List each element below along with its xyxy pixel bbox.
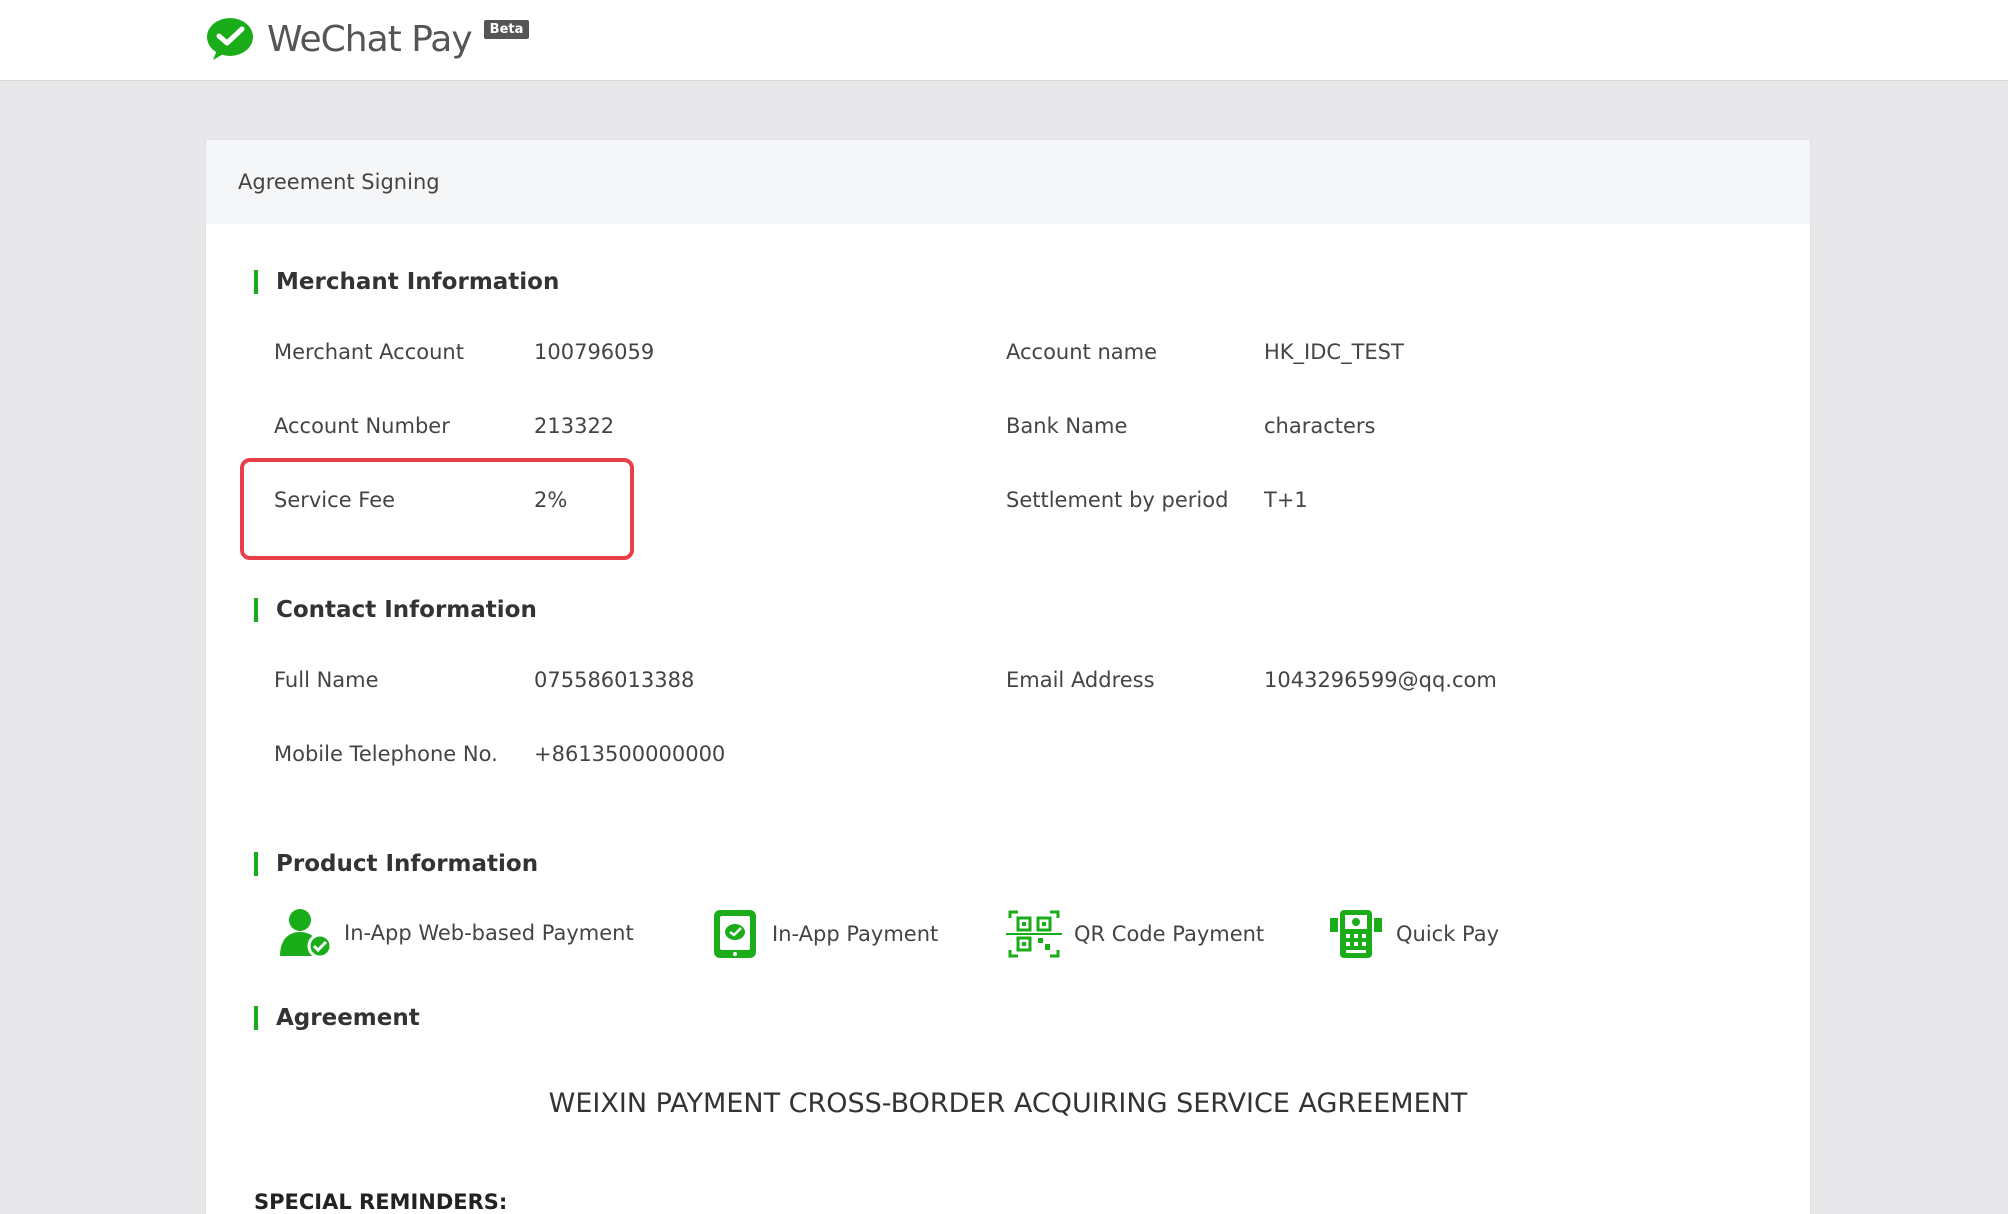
- email-label: Email Address: [1006, 668, 1155, 692]
- merchant-account-label: Merchant Account: [274, 340, 464, 364]
- mobile-value: +8613500000000: [534, 742, 726, 766]
- product-in-app: In-App Payment: [710, 908, 938, 960]
- card-title: Agreement Signing: [238, 170, 440, 194]
- agreement-section-title: Agreement: [254, 1006, 420, 1030]
- product-label: Quick Pay: [1396, 922, 1500, 946]
- beta-badge: Beta: [483, 20, 530, 39]
- product-label: In-App Payment: [772, 922, 939, 946]
- email-value: 1043296599@qq.com: [1264, 668, 1497, 692]
- full-name-value: 075586013388: [534, 668, 695, 692]
- bank-name-value: characters: [1264, 414, 1376, 438]
- product-quick-pay: Quick Pay: [1328, 908, 1499, 960]
- top-bar: WeChat Pay Beta: [0, 0, 2008, 81]
- phone-wechat-icon: [714, 910, 756, 958]
- brand-name: WeChat Pay: [267, 18, 473, 60]
- product-in-app-web: In-App Web-based Payment: [278, 908, 634, 958]
- settlement-label: Settlement by period: [1006, 488, 1229, 512]
- agreement-document-title: WEIXIN PAYMENT CROSS-BORDER ACQUIRING SE…: [548, 1088, 1468, 1119]
- product-qr-code: QR Code Payment: [1006, 908, 1264, 960]
- service-fee-label: Service Fee: [274, 488, 396, 512]
- qr-code-icon: [1006, 910, 1062, 958]
- card-header: Agreement Signing: [206, 140, 1810, 224]
- service-fee-value: 2%: [534, 488, 568, 512]
- product-section-title: Product Information: [254, 852, 538, 876]
- special-reminders-heading: SPECIAL REMINDERS:: [254, 1190, 508, 1214]
- merchant-section-title: Merchant Information: [254, 270, 559, 294]
- bank-name-label: Bank Name: [1006, 414, 1128, 438]
- settlement-value: T+1: [1264, 488, 1308, 512]
- contact-section-title: Contact Information: [254, 598, 537, 622]
- agreement-card: Agreement Signing Merchant Information M…: [206, 140, 1810, 1214]
- merchant-account-value: 100796059: [534, 340, 655, 364]
- full-name-label: Full Name: [274, 668, 379, 692]
- account-number-label: Account Number: [274, 414, 450, 438]
- pos-terminal-icon: [1330, 910, 1382, 958]
- product-label: In-App Web-based Payment: [344, 921, 634, 945]
- wechat-pay-logo[interactable]: WeChat Pay Beta: [205, 14, 530, 64]
- user-check-icon: [280, 909, 332, 958]
- mobile-label: Mobile Telephone No.: [274, 742, 498, 766]
- account-number-value: 213322: [534, 414, 615, 438]
- product-label: QR Code Payment: [1074, 922, 1265, 946]
- account-name-label: Account name: [1006, 340, 1158, 364]
- wechat-logo-icon: [207, 18, 253, 60]
- account-name-value: HK_IDC_TEST: [1264, 340, 1404, 364]
